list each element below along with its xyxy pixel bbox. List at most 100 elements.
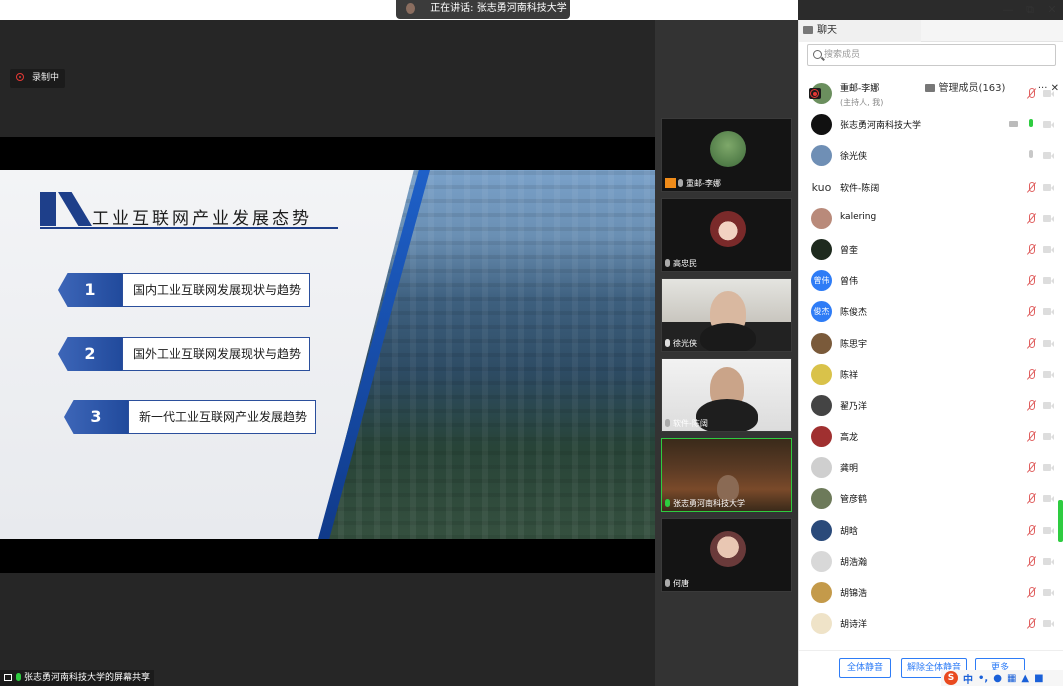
- mic-muted-icon[interactable]: [1026, 368, 1037, 380]
- mic-muted-icon[interactable]: [1026, 212, 1037, 224]
- camera-off-icon[interactable]: [1043, 150, 1054, 161]
- camera-off-icon[interactable]: [1043, 306, 1054, 317]
- screen-share-label: 张志勇河南科技大学的屏幕共享: [0, 670, 155, 686]
- sogou-logo[interactable]: S: [944, 671, 958, 685]
- member-role: (主持人, 我): [840, 98, 884, 107]
- member-row[interactable]: 龚明: [799, 452, 1063, 483]
- member-avatar: 曾伟: [811, 270, 832, 292]
- member-row[interactable]: 高龙: [799, 421, 1063, 452]
- member-list: 重邮-李娜 (主持人, 我) 张志勇河南科技大学徐光侠 kuo 软件-陈阔 kalerin…: [799, 78, 1063, 648]
- mic-muted-icon[interactable]: [1026, 399, 1037, 411]
- mic-muted-icon[interactable]: [1026, 493, 1037, 504]
- camera-off-icon[interactable]: [1043, 275, 1054, 286]
- member-row[interactable]: 俊杰 陈俊杰: [799, 296, 1063, 327]
- video-tile[interactable]: 何唐: [661, 518, 792, 592]
- item-number: 2: [58, 337, 122, 371]
- member-row[interactable]: 翟乃洋: [799, 390, 1063, 421]
- camera-off-icon[interactable]: [1043, 88, 1054, 99]
- mic-muted-icon[interactable]: [1026, 431, 1037, 442]
- recording-indicator[interactable]: 录制中: [10, 69, 66, 88]
- mic-muted-icon[interactable]: [1026, 275, 1037, 286]
- mic-muted-icon[interactable]: [1026, 243, 1037, 255]
- recording-label: 录制中: [32, 73, 60, 83]
- mic-muted-icon[interactable]: [1026, 555, 1037, 567]
- camera-off-icon[interactable]: [1043, 587, 1054, 598]
- mic-muted-icon[interactable]: [1026, 462, 1037, 473]
- member-row[interactable]: 张志勇河南科技大学: [799, 109, 1063, 140]
- mic-muted-icon[interactable]: [1026, 524, 1037, 536]
- title-underline: [40, 227, 338, 229]
- punctuation-icon[interactable]: •,: [978, 673, 988, 684]
- member-row[interactable]: 陈祥: [799, 359, 1063, 390]
- camera-off-icon[interactable]: [1043, 400, 1054, 411]
- search-input[interactable]: [824, 47, 1044, 63]
- video-tile[interactable]: 张志勇河南科技大学: [661, 438, 792, 512]
- member-row[interactable]: kalering: [799, 203, 1063, 234]
- member-name: 胡诗洋: [840, 620, 868, 631]
- restore-button[interactable]: ⧉: [1019, 0, 1041, 20]
- member-row[interactable]: 胡晗: [799, 515, 1063, 546]
- member-row[interactable]: 徐光侠: [799, 140, 1063, 171]
- mic-on-icon[interactable]: [1026, 119, 1037, 130]
- member-row[interactable]: kuo 软件-陈阔: [799, 172, 1063, 203]
- camera-off-icon[interactable]: [1043, 431, 1054, 442]
- camera-off-icon[interactable]: [1043, 244, 1054, 255]
- minimize-button[interactable]: —: [997, 0, 1019, 20]
- camera-off-icon[interactable]: [1043, 525, 1054, 536]
- mic-muted-icon[interactable]: [1026, 587, 1037, 598]
- camera-off-icon[interactable]: [1043, 369, 1054, 380]
- mic-muted-icon[interactable]: [1026, 181, 1037, 193]
- member-list-scrollbar[interactable]: [1058, 500, 1063, 542]
- video-tile[interactable]: 高忠民: [661, 198, 792, 272]
- mic-icon[interactable]: [1026, 150, 1037, 161]
- camera-off-icon[interactable]: [1043, 213, 1054, 224]
- member-row[interactable]: 胡诗洋: [799, 608, 1063, 639]
- member-name: 重邮-李娜: [840, 84, 880, 94]
- item-label: 国内工业互联网发展现状与趋势: [122, 273, 310, 307]
- video-column: 重邮-李娜 高忠民 徐光侠 软件-陈阔 张志勇河南科技大学 何唐: [655, 20, 798, 686]
- member-avatar: [811, 582, 832, 603]
- member-row[interactable]: 曾伟 曾伟: [799, 265, 1063, 296]
- member-row[interactable]: 管彦鹤: [799, 483, 1063, 514]
- mic-muted-icon: [665, 419, 670, 427]
- close-button[interactable]: ✕: [1041, 0, 1063, 20]
- member-row[interactable]: 胡锦浩: [799, 577, 1063, 608]
- toolbox-icon[interactable]: ■: [1034, 673, 1043, 684]
- mic-muted-icon[interactable]: [1026, 306, 1037, 317]
- voice-input-icon[interactable]: ●: [993, 673, 1002, 684]
- member-name: 曾奎: [840, 245, 859, 256]
- camera-off-icon[interactable]: [1043, 556, 1054, 567]
- member-avatar: [811, 519, 832, 541]
- camera-off-icon[interactable]: [1043, 618, 1054, 629]
- video-tile[interactable]: 徐光侠: [661, 278, 792, 352]
- ime-lang[interactable]: 中: [963, 671, 973, 686]
- camera-off-icon[interactable]: [1043, 119, 1054, 130]
- member-row[interactable]: 胡浩瀚: [799, 546, 1063, 577]
- mic-muted-icon[interactable]: [1026, 337, 1037, 349]
- tab-chat[interactable]: 聊天: [799, 20, 921, 42]
- member-name: 高龙: [840, 433, 859, 444]
- member-row[interactable]: 曾奎: [799, 234, 1063, 265]
- member-name: 张志勇河南科技大学: [840, 121, 922, 132]
- camera-off-icon[interactable]: [1043, 462, 1054, 473]
- member-avatar: [811, 394, 832, 416]
- item-label: 国外工业互联网发展现状与趋势: [122, 337, 310, 371]
- keyboard-icon[interactable]: ▦: [1007, 673, 1016, 684]
- slide-logo: [40, 192, 92, 226]
- mute-all-button[interactable]: 全体静音: [839, 658, 891, 678]
- camera-off-icon[interactable]: [1043, 338, 1054, 349]
- mic-muted-icon[interactable]: [1026, 88, 1037, 99]
- member-avatar: [811, 363, 832, 385]
- speaker-avatar: [406, 2, 415, 14]
- screen-share-icon: [1009, 119, 1020, 130]
- mic-muted-icon[interactable]: [1026, 618, 1037, 629]
- camera-off-icon[interactable]: [1043, 493, 1054, 504]
- camera-off-icon[interactable]: [1043, 182, 1054, 193]
- tile-name: 重邮-李娜: [686, 179, 721, 188]
- video-tile[interactable]: 软件-陈阔: [661, 358, 792, 432]
- member-row[interactable]: 重邮-李娜 (主持人, 我): [799, 78, 1063, 109]
- member-row[interactable]: 陈思宇: [799, 328, 1063, 359]
- video-tile[interactable]: 重邮-李娜: [661, 118, 792, 192]
- skin-icon[interactable]: ▲: [1021, 673, 1029, 684]
- member-name: 陈思宇: [840, 339, 868, 350]
